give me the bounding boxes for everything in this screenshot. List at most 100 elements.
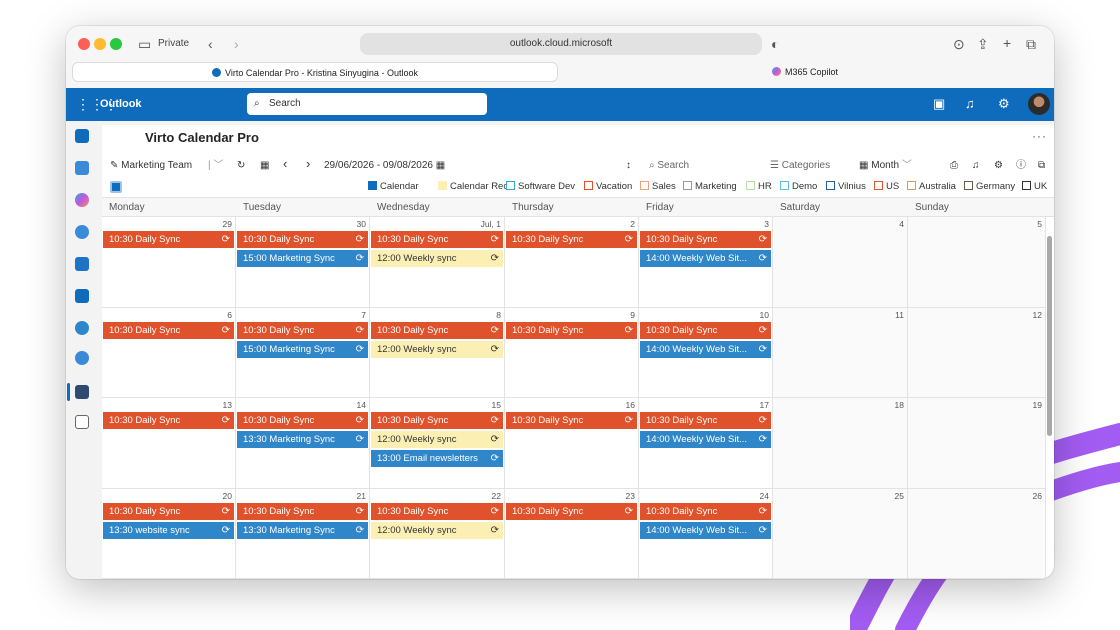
calendar-event[interactable]: 10:30 Daily Sync ⟳ [640, 231, 771, 248]
calendar-event[interactable]: 10:30 Daily Sync ⟳ [103, 502, 234, 520]
calendar-event[interactable]: 14:00 Weekly Web Sit... ⟳ [640, 521, 771, 539]
calendar-event[interactable]: 12:00 Weekly sync ⟳ [371, 250, 503, 267]
day-cell[interactable]: 20 10:30 Daily Sync ⟳ 13:30 website sync ⟳ [102, 488, 236, 579]
virto-calendar-icon[interactable] [75, 385, 89, 399]
day-cell[interactable]: 5 [908, 217, 1046, 308]
more-apps-icon[interactable] [75, 415, 89, 429]
minimize-window-button[interactable] [94, 38, 106, 50]
day-cell[interactable]: 21 10:30 Daily Sync ⟳ 13:30 Marketing Sync ⟳ [236, 488, 370, 579]
mail-icon[interactable] [75, 129, 89, 143]
legend-item-calendar-recu[interactable]: Calendar Recu [438, 181, 513, 192]
day-cell[interactable]: 25 [773, 488, 908, 579]
popout-icon[interactable]: ⧉ [1038, 159, 1045, 173]
day-cell[interactable]: 13 10:30 Daily Sync ⟳ [102, 398, 236, 489]
legend-item-software-dev[interactable]: Software Dev [506, 181, 575, 192]
day-cell[interactable]: Jul, 1 10:30 Daily Sync ⟳ 12:00 Weekly sync… [370, 217, 505, 308]
day-cell[interactable]: 18 [773, 398, 908, 489]
team-selector[interactable]: ✎ Marketing Team [110, 159, 192, 173]
calendar-event[interactable]: 10:30 Daily Sync ⟳ [371, 502, 503, 520]
outlook-search-input[interactable]: ⌕ Search [247, 93, 487, 115]
calendar-event[interactable]: 10:30 Daily Sync ⟳ [103, 231, 234, 248]
org-explorer-icon[interactable] [75, 321, 89, 335]
legend-item-demo[interactable]: Demo [780, 181, 817, 192]
calendar-event[interactable]: 10:30 Daily Sync ⟳ [237, 231, 368, 248]
settings-icon[interactable]: ⚙ [994, 159, 1003, 173]
day-cell[interactable]: 26 [908, 488, 1046, 579]
day-cell[interactable]: 30 10:30 Daily Sync ⟳ 15:00 Marketing Sync ⟳ [236, 217, 370, 308]
people-icon[interactable] [75, 225, 89, 239]
more-options-icon[interactable]: ··· [1032, 129, 1047, 143]
day-cell[interactable]: 15 10:30 Daily Sync ⟳ 12:00 Weekly sync ⟳ 13:… [370, 398, 505, 489]
todo-check-icon[interactable] [75, 257, 89, 271]
calendar-event[interactable]: 12:00 Weekly sync ⟳ [371, 431, 503, 448]
date-range[interactable]: 29/06/2026 - 09/08/2026 ▦ [324, 159, 445, 173]
notification-icon[interactable]: ♫ [972, 159, 980, 173]
calendar-event[interactable]: 10:30 Daily Sync ⟳ [640, 502, 771, 520]
legend-item-vilnius[interactable]: Vilnius [826, 181, 866, 192]
calendar-event[interactable]: 14:00 Weekly Web Sit... ⟳ [640, 431, 771, 448]
calendar-event[interactable]: 10:30 Daily Sync ⟳ [237, 502, 368, 520]
day-cell[interactable]: 12 [908, 307, 1046, 398]
day-cell[interactable]: 3 10:30 Daily Sync ⟳ 14:00 Weekly Web Sit..… [639, 217, 773, 308]
maximize-window-button[interactable] [110, 38, 122, 50]
print-icon[interactable]: ⎙ [950, 159, 958, 173]
legend-item-uk[interactable]: UK [1022, 181, 1047, 192]
calendar-event[interactable]: 15:00 Marketing Sync ⟳ [237, 250, 368, 267]
legend-item-us[interactable]: US [874, 181, 899, 192]
shield-icon[interactable]: ◐ [771, 37, 779, 51]
gear-icon[interactable]: ⚙ [998, 97, 1010, 110]
day-cell[interactable]: 9 10:30 Daily Sync ⟳ [505, 307, 639, 398]
calendar-event[interactable]: 10:30 Daily Sync ⟳ [237, 412, 368, 429]
day-cell[interactable]: 8 10:30 Daily Sync ⟳ 12:00 Weekly sync ⟳ [370, 307, 505, 398]
today-icon[interactable]: ▦ [260, 159, 269, 173]
calendar-event[interactable]: 10:30 Daily Sync ⟳ [371, 321, 503, 339]
cloud-icon[interactable] [75, 351, 89, 365]
my-day-icon[interactable]: ▣ [933, 97, 945, 110]
day-cell[interactable]: 17 10:30 Daily Sync ⟳ 14:00 Weekly Web Sit.… [639, 398, 773, 489]
calendar-event[interactable]: 10:30 Daily Sync ⟳ [506, 502, 637, 520]
calendar-event[interactable]: 14:00 Weekly Web Sit... ⟳ [640, 250, 771, 267]
calendar-event[interactable]: 10:30 Daily Sync ⟳ [237, 321, 368, 339]
refresh-icon[interactable]: ↻ [237, 159, 245, 173]
day-cell[interactable]: 7 10:30 Daily Sync ⟳ 15:00 Marketing Sync ⟳ [236, 307, 370, 398]
calendar-event[interactable]: 13:00 Email newsletters ⟳ [371, 450, 503, 467]
calendar-event[interactable]: 12:00 Weekly sync ⟳ [371, 521, 503, 539]
day-cell[interactable]: 2 10:30 Daily Sync ⟳ [505, 217, 639, 308]
legend-item-vacation[interactable]: Vacation [584, 181, 632, 192]
categories-filter[interactable]: ☰ Categories [770, 159, 830, 173]
save-icon[interactable] [75, 289, 89, 303]
avatar[interactable] [1028, 93, 1050, 115]
calendar-search[interactable]: ⌕ Search [649, 159, 689, 173]
help-icon[interactable]: ⓘ [1016, 159, 1026, 173]
next-period-icon[interactable]: › [306, 157, 310, 171]
copilot-icon[interactable] [75, 193, 89, 207]
day-cell[interactable]: 16 10:30 Daily Sync ⟳ [505, 398, 639, 489]
previous-period-icon[interactable]: ‹ [283, 157, 287, 171]
calendar-event[interactable]: 10:30 Daily Sync ⟳ [371, 412, 503, 429]
close-window-button[interactable] [78, 38, 90, 50]
sidebar-toggle-icon[interactable]: ▭ [138, 37, 151, 51]
legend-item-germany[interactable]: Germany [964, 181, 1015, 192]
calendar-event[interactable]: 10:30 Daily Sync ⟳ [506, 412, 637, 429]
day-cell[interactable]: 14 10:30 Daily Sync ⟳ 13:30 Marketing Sync ⟳ [236, 398, 370, 489]
legend-item-calendar[interactable]: Calendar [368, 181, 419, 192]
calendar-event[interactable]: 15:00 Marketing Sync ⟳ [237, 340, 368, 358]
tab-virto-calendar[interactable]: Virto Calendar Pro - Kristina Sinyugina … [72, 62, 558, 82]
calendar-event[interactable]: 10:30 Daily Sync ⟳ [640, 321, 771, 339]
tab-m365-copilot[interactable]: M365 Copilot [562, 62, 1048, 82]
download-icon[interactable]: ⊙ [953, 37, 965, 51]
calendar-event[interactable]: 10:30 Daily Sync ⟳ [103, 321, 234, 339]
calendar-event[interactable]: 13:30 website sync ⟳ [103, 521, 234, 539]
day-cell[interactable]: 19 [908, 398, 1046, 489]
day-cell[interactable]: 23 10:30 Daily Sync ⟳ [505, 488, 639, 579]
tab-overview-icon[interactable]: ⧉ [1026, 37, 1036, 51]
day-cell[interactable]: 4 [773, 217, 908, 308]
new-tab-icon[interactable]: + [1003, 36, 1011, 50]
view-selector[interactable]: ▦ Month ﹀ [859, 159, 912, 173]
calendar-scrollbar[interactable] [1047, 236, 1052, 436]
select-all-checkbox[interactable] [110, 181, 125, 195]
day-cell[interactable]: 6 10:30 Daily Sync ⟳ [102, 307, 236, 398]
calendar-event[interactable]: 10:30 Daily Sync ⟳ [506, 321, 637, 339]
day-cell[interactable]: 10 10:30 Daily Sync ⟳ 14:00 Weekly Web Sit.… [639, 307, 773, 398]
calendar-event[interactable]: 10:30 Daily Sync ⟳ [371, 231, 503, 248]
